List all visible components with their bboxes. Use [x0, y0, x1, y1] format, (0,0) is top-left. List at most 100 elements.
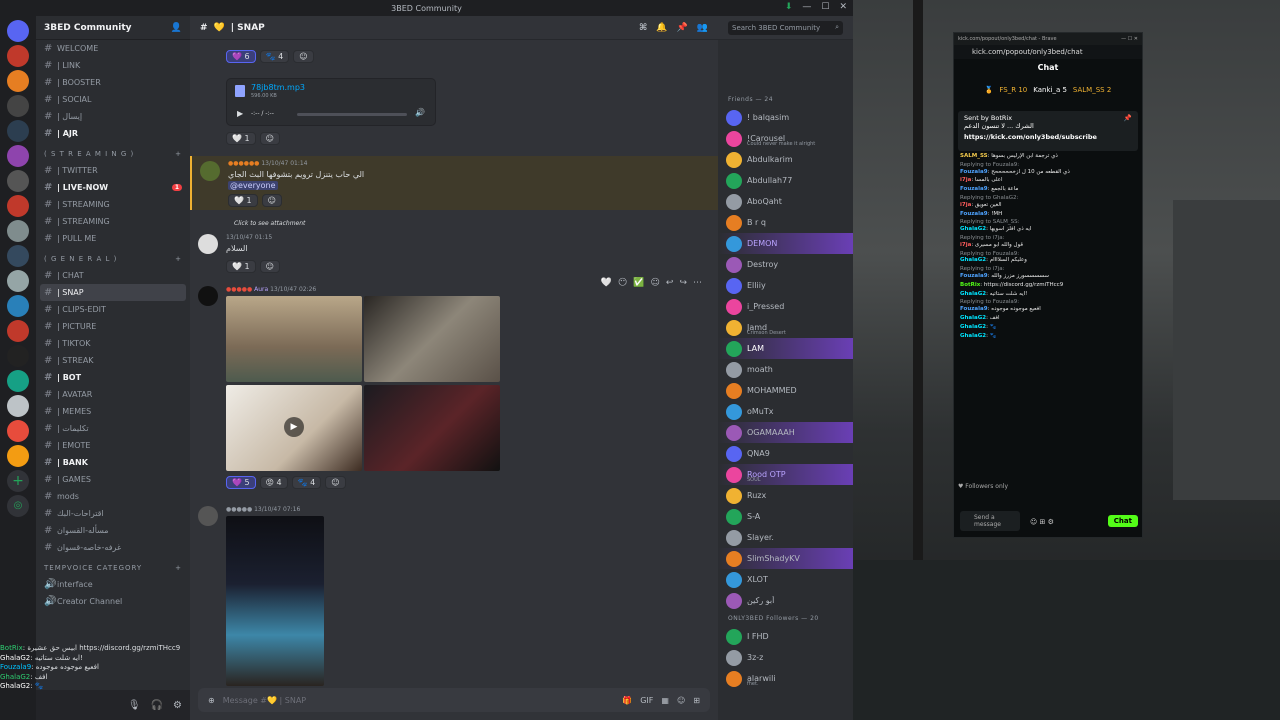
add-reaction-icon[interactable]: ☺: [259, 260, 280, 273]
photo-attachment[interactable]: [364, 385, 500, 471]
channel-item[interactable]: # | BOOSTER: [36, 74, 190, 91]
add-reaction-icon[interactable]: ☺: [651, 278, 660, 288]
add-member-icon[interactable]: 👤: [171, 23, 182, 33]
apps-icon[interactable]: ⊞: [693, 696, 700, 705]
forward-icon[interactable]: ↪: [679, 278, 687, 288]
member-item[interactable]: Slayer.: [718, 527, 853, 548]
reaction-heart[interactable]: 🤍 1: [226, 260, 256, 273]
photo-attachment[interactable]: [226, 516, 324, 686]
member-item[interactable]: Ruzx: [718, 485, 853, 506]
server-icon[interactable]: [7, 320, 29, 342]
reply-icon[interactable]: ↩: [666, 278, 674, 288]
channel-item[interactable]: # | تكليمات: [36, 420, 190, 437]
member-item[interactable]: XLOT: [718, 569, 853, 590]
member-item[interactable]: !Carousel Could never make it alright: [718, 128, 853, 149]
chat-username[interactable]: BotRix: [960, 282, 980, 288]
pin-icon[interactable]: 📌: [677, 23, 688, 33]
channel-item[interactable]: # | GAMES: [36, 471, 190, 488]
server-icon[interactable]: [7, 195, 29, 217]
members-icon[interactable]: 👥: [697, 23, 708, 33]
threads-icon[interactable]: ⌘: [639, 23, 647, 33]
pinned-link[interactable]: https://kick.com/only3bed/subscribe: [964, 133, 1132, 141]
server-icon[interactable]: [7, 70, 29, 92]
reaction-emoji-icon[interactable]: 😶: [618, 278, 627, 288]
chat-username[interactable]: GhalaG2: [960, 333, 986, 339]
member-item[interactable]: alarwili fhet.: [718, 668, 853, 689]
chat-username[interactable]: i7ja: [960, 202, 971, 208]
chat-username[interactable]: GhalaG2: [960, 257, 986, 263]
reaction-heart-icon[interactable]: 🤍: [601, 278, 612, 288]
channel-item[interactable]: # | PICTURE: [36, 318, 190, 335]
update-icon[interactable]: ⬇: [785, 2, 793, 12]
check-icon[interactable]: ✅: [633, 278, 644, 288]
server-icon[interactable]: [7, 295, 29, 317]
member-item[interactable]: QNA9: [718, 443, 853, 464]
author-name[interactable]: ●●●●●: [226, 506, 252, 513]
channel-item[interactable]: # | CLIPS-EDIT: [36, 301, 190, 318]
member-item[interactable]: SlimShadyKV: [718, 548, 853, 569]
channel-item[interactable]: # | TWITTER: [36, 162, 190, 179]
reaction-heart[interactable]: 🤍 1: [226, 132, 256, 145]
server-icon[interactable]: [7, 245, 29, 267]
reaction-emoji[interactable]: 🐾 4: [259, 50, 290, 63]
chat-username[interactable]: GhalaG2: [960, 226, 986, 232]
server-icon[interactable]: [7, 270, 29, 292]
member-item[interactable]: Rood OTP SOUL: [718, 464, 853, 485]
channel-item[interactable]: # | STREAK: [36, 352, 190, 369]
reaction-emoji[interactable]: 🐾 4: [291, 476, 322, 489]
photo-attachment[interactable]: [226, 296, 362, 382]
channel-item[interactable]: # WELCOME: [36, 40, 190, 57]
reaction-heart[interactable]: 🤍 1: [228, 194, 258, 207]
address-bar[interactable]: kick.com/popout/only3bed/chat: [954, 45, 1142, 59]
discover-icon[interactable]: ◎: [7, 495, 29, 517]
maximize-icon[interactable]: ☐: [821, 2, 829, 12]
member-item[interactable]: AboQaht: [718, 191, 853, 212]
audio-seekbar[interactable]: [297, 113, 407, 116]
chat-username[interactable]: Fouzala9: [960, 306, 988, 312]
audio-filename[interactable]: 78jb8tm.mp3: [251, 83, 305, 92]
pin-icon[interactable]: 📌: [1124, 114, 1132, 122]
member-item[interactable]: moath: [718, 359, 853, 380]
channel-item[interactable]: # | BOT: [36, 369, 190, 386]
add-attachment-icon[interactable]: ⊕: [208, 696, 215, 705]
chat-username[interactable]: i7ja: [960, 177, 971, 183]
channel-item[interactable]: # | TIKTOK: [36, 335, 190, 352]
reaction-emoji[interactable]: 😡 4: [259, 476, 288, 489]
photo-attachment[interactable]: [364, 296, 500, 382]
member-item[interactable]: DEMON: [718, 233, 853, 254]
reaction-heart[interactable]: 💜 5: [226, 476, 256, 489]
channel-item[interactable]: # | CHAT: [36, 267, 190, 284]
play-icon[interactable]: ▶: [284, 417, 304, 437]
server-icon[interactable]: [7, 445, 29, 467]
member-item[interactable]: B r q: [718, 212, 853, 233]
server-icon[interactable]: [7, 420, 29, 442]
chat-username[interactable]: Fouzala9: [960, 211, 988, 217]
member-item[interactable]: Abdulkarim: [718, 149, 853, 170]
kick-chat-button[interactable]: Chat: [1107, 515, 1138, 527]
member-item[interactable]: Elliiy: [718, 275, 853, 296]
channel-item[interactable]: # | BANK: [36, 454, 190, 471]
channel-item[interactable]: # | EMOTE: [36, 437, 190, 454]
more-icon[interactable]: ⋯: [693, 278, 702, 288]
member-item[interactable]: ! balqasim: [718, 107, 853, 128]
channel-item[interactable]: # | AVATAR: [36, 386, 190, 403]
channel-item[interactable]: # | MEMES: [36, 403, 190, 420]
chat-username[interactable]: i7ja: [960, 242, 971, 248]
chat-username[interactable]: GhalaG2: [960, 315, 986, 321]
chat-username[interactable]: Fouzala9: [960, 169, 988, 175]
mention-everyone[interactable]: @everyone: [228, 181, 278, 190]
add-server-icon[interactable]: +: [7, 470, 29, 492]
channel-item[interactable]: 🔊 interface: [36, 576, 190, 593]
chat-username[interactable]: GhalaG2: [960, 291, 986, 297]
member-item[interactable]: 3z-z: [718, 647, 853, 668]
category-tempvoice[interactable]: TEMPVOICE CATEGORY +: [36, 560, 190, 576]
add-reaction-icon[interactable]: ☺: [325, 476, 346, 489]
reply-preview[interactable]: Click to see attachment: [234, 220, 305, 227]
emoji-icon[interactable]: ☺: [677, 696, 685, 705]
chat-username[interactable]: Fouzala9: [960, 186, 988, 192]
server-icon[interactable]: [7, 170, 29, 192]
member-item[interactable]: oMuTx: [718, 401, 853, 422]
server-icon[interactable]: [7, 345, 29, 367]
play-icon[interactable]: ▶: [237, 109, 243, 118]
add-reaction-icon[interactable]: ☺: [261, 194, 282, 207]
